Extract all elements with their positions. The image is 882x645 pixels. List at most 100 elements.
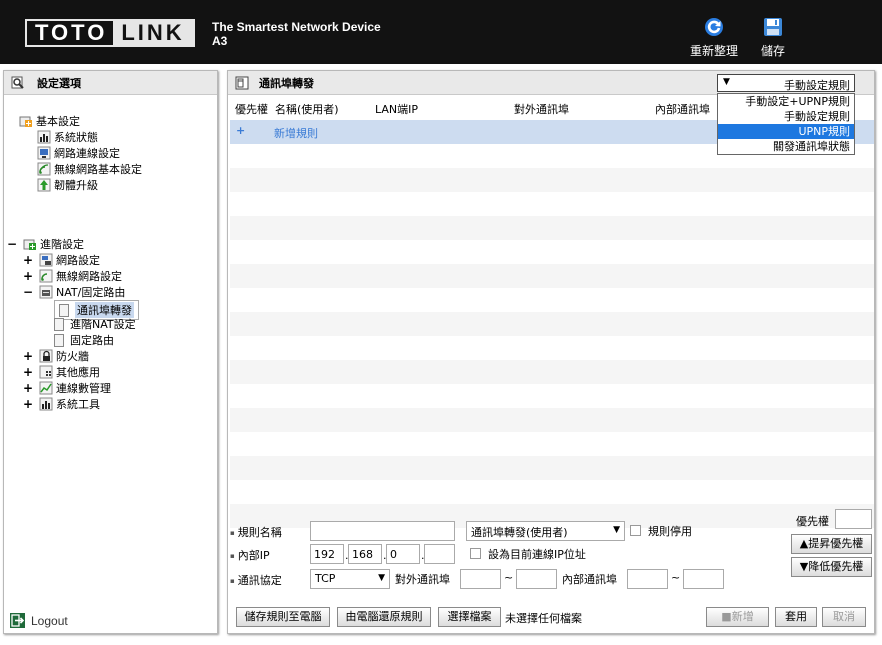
port-range-sep: ~: [671, 571, 681, 584]
cancel-button[interactable]: 取消: [822, 607, 866, 627]
tree-label: 系統工具: [56, 398, 100, 411]
tree-other-apps[interactable]: + 其他應用: [23, 364, 100, 380]
table-row: [230, 336, 874, 360]
table-row: [230, 240, 874, 264]
tree-item-label: 進階NAT設定: [70, 318, 136, 331]
tree-nat-routing[interactable]: − NAT/固定路由: [23, 284, 125, 300]
tagline: The Smartest Network Device A3: [212, 20, 381, 48]
lock-icon: [39, 349, 53, 363]
protocol-label: 通訊協定: [230, 572, 282, 588]
internal-port-start-input[interactable]: [627, 569, 668, 589]
option-open-port-status[interactable]: 關發通訊埠狀態: [718, 139, 854, 154]
priority-input[interactable]: [835, 509, 872, 529]
protocol-select[interactable]: TCP ▼: [310, 569, 390, 589]
raise-priority-button[interactable]: ▲提昇優先權: [791, 534, 872, 554]
rule-disable-checkbox[interactable]: [630, 525, 641, 536]
rule-mode-value: 手動設定規則: [784, 79, 850, 92]
page-icon: [54, 333, 64, 347]
tree-label: 連線數管理: [56, 382, 111, 395]
lower-priority-button[interactable]: ▼降低優先權: [791, 557, 872, 577]
option-manual-upnp[interactable]: 手動設定+UPNP規則: [718, 94, 854, 109]
tree-basic-label: 基本設定: [36, 115, 80, 128]
tree-system-tools[interactable]: + 系統工具: [23, 396, 100, 412]
option-upnp[interactable]: UPNP規則: [718, 124, 854, 139]
tree-item-firmware-upgrade[interactable]: 韌體升級: [37, 177, 98, 193]
expand-toggle[interactable]: +: [23, 269, 33, 283]
expand-toggle[interactable]: +: [23, 381, 33, 395]
page-icon: [235, 76, 249, 89]
tree-label: 其他應用: [56, 366, 100, 379]
rule-name-label: 規則名稱: [230, 524, 282, 540]
rule-mode-select[interactable]: ▼ 手動設定規則: [717, 74, 855, 92]
restore-rules-button[interactable]: 由電腦還原規則: [337, 607, 431, 627]
option-manual[interactable]: 手動設定規則: [718, 109, 854, 124]
model-name: A3: [212, 34, 228, 48]
nat-icon: [39, 285, 53, 299]
table-row: [230, 192, 874, 216]
tree-item-wireless-basic[interactable]: 無線網路基本設定: [37, 161, 142, 177]
tree-firewall[interactable]: + 防火牆: [23, 348, 89, 364]
external-port-end-input[interactable]: [516, 569, 557, 589]
expand-toggle[interactable]: +: [23, 397, 33, 411]
expand-toggle[interactable]: +: [23, 349, 33, 363]
col-internal-port: 內部通訊埠: [655, 103, 710, 116]
internal-port-label: 內部通訊埠: [562, 573, 617, 586]
collapse-toggle[interactable]: −: [23, 285, 33, 299]
line-chart-icon: [39, 381, 53, 395]
tree-item-label: 無線網路基本設定: [54, 163, 142, 176]
choose-file-button[interactable]: 選擇檔案: [438, 607, 501, 627]
expand-toggle[interactable]: +: [23, 253, 33, 267]
table-row: [230, 288, 874, 312]
tree-advanced-label: 進階設定: [40, 238, 84, 251]
logo-toto: TOTO: [27, 21, 113, 45]
network-monitor-icon: [37, 146, 51, 160]
priority-label: 優先權: [796, 515, 829, 528]
tree-network-settings[interactable]: + 網路設定: [23, 252, 100, 268]
tree-item-static-route[interactable]: 固定路由: [54, 332, 114, 348]
tree-item-connection-setup[interactable]: 網路連線設定: [37, 145, 120, 161]
add-button[interactable]: ■新增: [706, 607, 769, 627]
tree-wireless-settings[interactable]: + 無線網路設定: [23, 268, 122, 284]
page-icon: [59, 303, 69, 317]
tree-item-system-status[interactable]: 系統狀態: [37, 129, 98, 145]
tools-chart-icon: [39, 397, 53, 411]
no-file-chosen-text: 未選擇任何檔案: [505, 612, 582, 625]
ip-octet-2[interactable]: [348, 544, 382, 564]
upgrade-arrow-icon: [37, 178, 51, 192]
rule-edit-form: 規則名稱 通訊埠轉發(使用者) ▼ 規則停用 優先權 ▲提昇優先權 內部IP .…: [228, 509, 874, 635]
logout-button[interactable]: Logout: [9, 612, 68, 629]
sidebar-header: 設定選項: [4, 71, 217, 95]
ip-octet-1[interactable]: [310, 544, 344, 564]
refresh-button[interactable]: 重新整理: [684, 16, 744, 59]
table-row: [230, 216, 874, 240]
add-rule-label: 新增規則: [274, 127, 318, 140]
tree-connection-management[interactable]: + 連線數管理: [23, 380, 111, 396]
external-port-start-input[interactable]: [460, 569, 501, 589]
save-rules-to-pc-button[interactable]: 儲存規則至電腦: [236, 607, 330, 627]
service-select[interactable]: 通訊埠轉發(使用者) ▼: [466, 521, 625, 541]
tree-item-advanced-nat[interactable]: 進階NAT設定: [54, 316, 136, 332]
internal-port-end-input[interactable]: [683, 569, 724, 589]
save-button[interactable]: 儲存: [756, 16, 790, 59]
rule-name-input[interactable]: [310, 521, 455, 541]
table-row: [230, 168, 874, 192]
col-lan-ip: LAN端IP: [375, 103, 419, 116]
wifi-icon: [39, 269, 53, 283]
tree-item-label: 固定路由: [70, 334, 114, 347]
refresh-label: 重新整理: [689, 44, 738, 58]
external-port-label: 對外通訊埠: [395, 573, 450, 586]
refresh-icon: [705, 18, 723, 36]
collapse-toggle[interactable]: −: [7, 237, 17, 251]
set-current-ip-checkbox[interactable]: [470, 548, 481, 559]
apply-button[interactable]: 套用: [775, 607, 817, 627]
port-range-sep: ~: [504, 571, 514, 584]
expand-toggle[interactable]: +: [23, 365, 33, 379]
tree-basic-settings[interactable]: 基本設定: [19, 113, 80, 129]
set-current-ip-label: 設為目前連線IP位址: [488, 548, 586, 561]
ip-octet-3[interactable]: [386, 544, 420, 564]
ip-octet-4[interactable]: [424, 544, 455, 564]
logo-link: LINK: [113, 21, 193, 45]
tree-advanced-settings[interactable]: − 進階設定: [7, 236, 84, 252]
tree-label: 防火牆: [56, 350, 89, 363]
rule-mode-options: 手動設定+UPNP規則 手動設定規則 UPNP規則 關發通訊埠狀態: [717, 93, 855, 155]
